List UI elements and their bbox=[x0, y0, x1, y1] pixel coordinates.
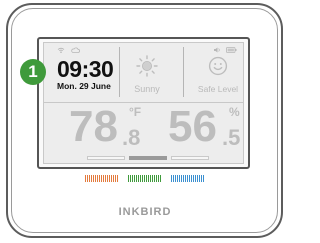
comfort-label: Safe Level bbox=[197, 84, 239, 94]
indicator-stripe bbox=[183, 175, 184, 182]
indicator-stripe bbox=[113, 175, 114, 182]
indicator-strip-green bbox=[128, 175, 162, 182]
indicator-stripe bbox=[146, 175, 147, 182]
divider-right bbox=[183, 47, 184, 97]
indicator-stripe bbox=[148, 175, 149, 182]
indicator-stripe bbox=[185, 175, 186, 182]
indicator-stripe bbox=[117, 175, 118, 182]
indicator-stripe bbox=[95, 175, 96, 182]
humidity-unit: % bbox=[229, 105, 240, 119]
indicator-stripe bbox=[189, 175, 190, 182]
battery-icon bbox=[226, 47, 237, 53]
indicator-stripe bbox=[128, 175, 129, 182]
indicator-stripe bbox=[156, 175, 157, 182]
indicator-strip-orange bbox=[85, 175, 119, 182]
indicator-stripe bbox=[97, 175, 98, 182]
humidity-decimal: .5 bbox=[222, 125, 241, 150]
indicator-stripe bbox=[171, 175, 172, 182]
smiley-icon bbox=[208, 56, 228, 76]
indicator-stripe bbox=[203, 175, 204, 182]
indicator-stripe bbox=[144, 175, 145, 182]
temperature-decimal: .8 bbox=[122, 125, 141, 150]
indicator-stripe bbox=[181, 175, 182, 182]
callout-number-badge: 1 bbox=[20, 59, 46, 85]
page-indicator-2 bbox=[129, 156, 167, 160]
indicator-stripe bbox=[150, 175, 151, 182]
indicator-stripe bbox=[136, 175, 137, 182]
indicator-stripe bbox=[89, 175, 90, 182]
indicator-stripe bbox=[107, 175, 108, 182]
indicator-stripe bbox=[105, 175, 106, 182]
indicator-stripe bbox=[103, 175, 104, 182]
indicator-stripe bbox=[195, 175, 196, 182]
indicator-stripe bbox=[199, 175, 200, 182]
indicator-stripe bbox=[158, 175, 159, 182]
indicator-stripe bbox=[138, 175, 139, 182]
humidity-integer: 56 bbox=[168, 102, 217, 151]
indicator-stripe bbox=[93, 175, 94, 182]
indicator-stripe bbox=[154, 175, 155, 182]
indicator-stripe bbox=[140, 175, 141, 182]
indicator-stripe bbox=[160, 175, 161, 182]
temperature-integer: 78 bbox=[69, 102, 118, 151]
clock-time: 09:30 bbox=[57, 56, 114, 82]
indicator-stripe bbox=[142, 175, 143, 182]
indicator-stripe bbox=[130, 175, 131, 182]
divider-left bbox=[119, 47, 120, 97]
temperature-unit: °F bbox=[129, 105, 142, 119]
indicator-stripe bbox=[87, 175, 88, 182]
cloud-icon bbox=[71, 47, 80, 53]
page-indicator-1 bbox=[87, 156, 125, 160]
indicator-stripe bbox=[85, 175, 86, 182]
indicator-stripe bbox=[109, 175, 110, 182]
weather-label: Sunny bbox=[134, 84, 160, 94]
page-indicator-3 bbox=[171, 156, 209, 160]
indicator-stripe bbox=[101, 175, 102, 182]
indicator-stripe bbox=[173, 175, 174, 182]
indicator-strip-blue bbox=[171, 175, 205, 182]
wifi-icon bbox=[57, 47, 65, 53]
indicator-stripe bbox=[152, 175, 153, 182]
clock-date: Mon. 29 June bbox=[57, 81, 111, 91]
indicator-stripe bbox=[193, 175, 194, 182]
indicator-stripe bbox=[175, 175, 176, 182]
lcd-screen: 09:30 Mon. 29 June Sunny Safe Level 78 °… bbox=[43, 42, 244, 164]
indicator-stripe bbox=[134, 175, 135, 182]
indicator-stripe bbox=[99, 175, 100, 182]
indicator-stripe bbox=[115, 175, 116, 182]
indicator-stripe bbox=[187, 175, 188, 182]
indicator-stripe bbox=[132, 175, 133, 182]
sun-icon bbox=[136, 55, 158, 77]
indicator-stripe bbox=[179, 175, 180, 182]
indicator-stripe bbox=[91, 175, 92, 182]
brand-logo: INKBIRD bbox=[118, 206, 172, 218]
indicator-stripe bbox=[191, 175, 192, 182]
speaker-icon bbox=[214, 47, 220, 53]
indicator-stripe bbox=[201, 175, 202, 182]
indicator-stripe bbox=[177, 175, 178, 182]
indicator-stripe bbox=[197, 175, 198, 182]
indicator-stripe bbox=[111, 175, 112, 182]
